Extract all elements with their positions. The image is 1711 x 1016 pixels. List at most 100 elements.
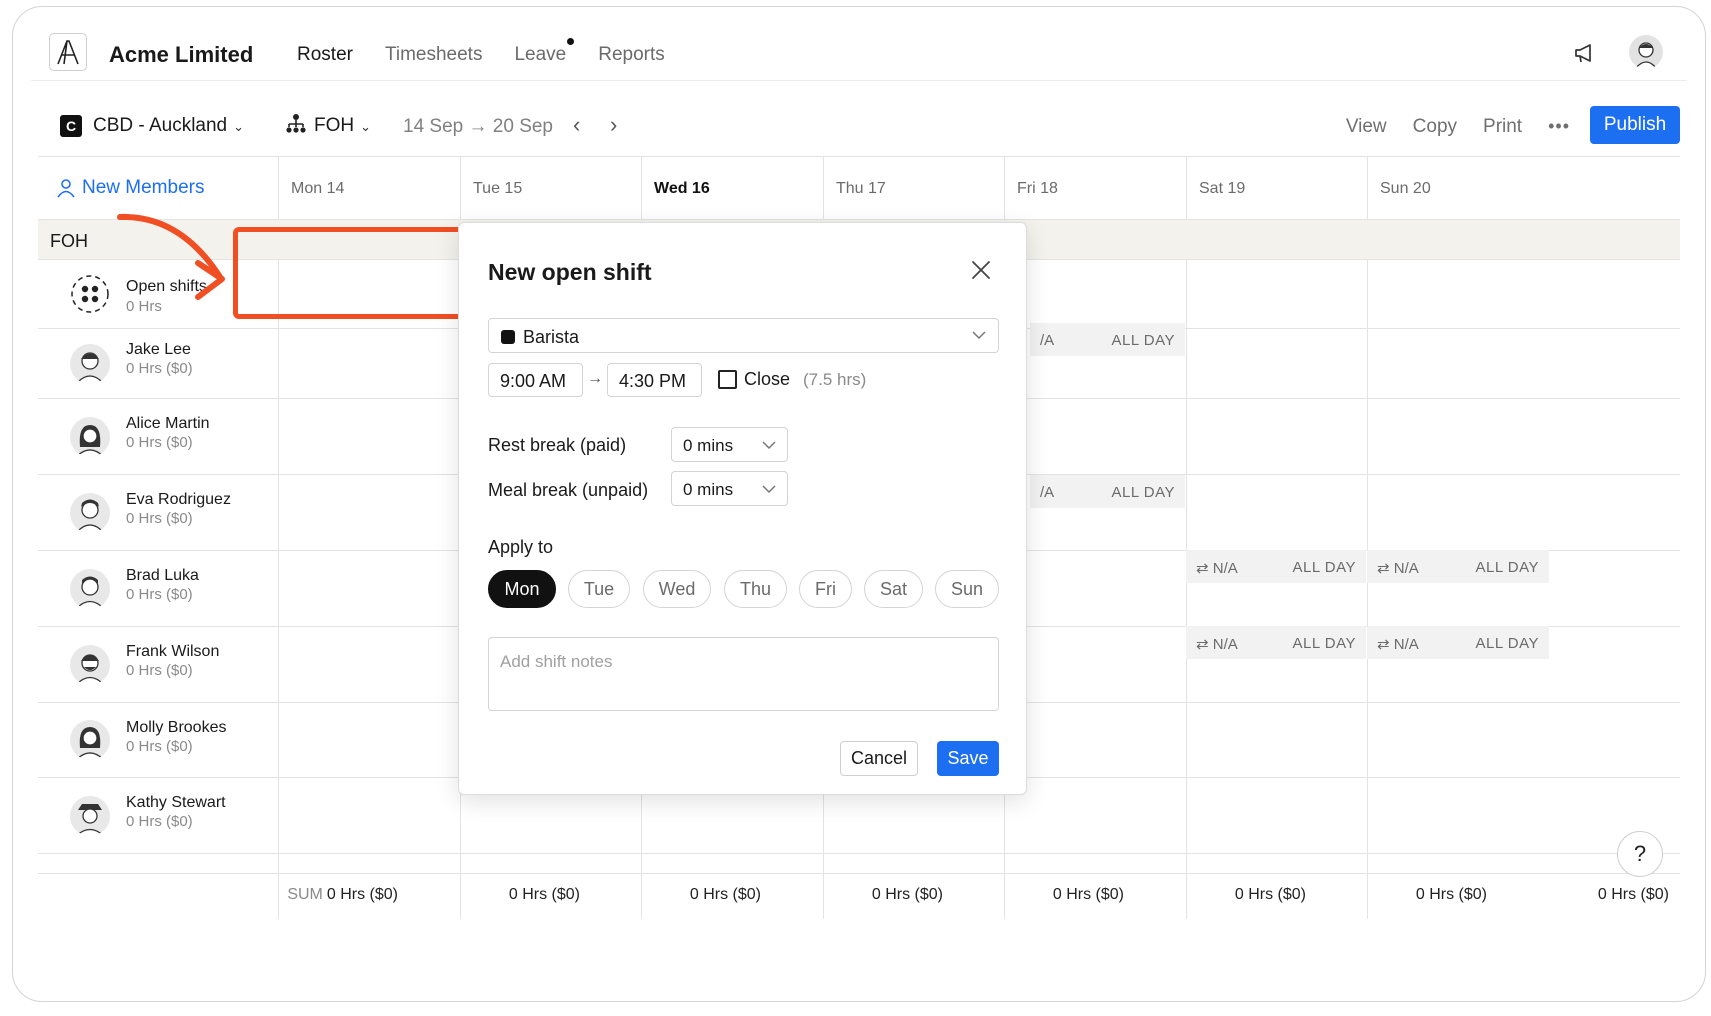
unavailable-cell[interactable]: /A ALL DAY [1030,323,1185,356]
member-hours: 0 Hrs ($0) [126,738,193,755]
unavailable-cell[interactable]: ⇄ N/A ALL DAY [1186,626,1366,659]
megaphone-icon[interactable] [1573,42,1597,64]
day-header-wed: Wed 16 [641,157,823,220]
member-hours: 0 Hrs ($0) [126,586,193,603]
na-label: ⇄ N/A [1196,559,1238,577]
day-toggle-thu[interactable]: Thu [724,570,787,608]
next-week-icon[interactable]: › [610,112,617,138]
save-button[interactable]: Save [937,741,999,776]
day-toggle-wed[interactable]: Wed [643,570,711,608]
role-color-swatch [501,330,515,344]
na-label: ⇄ N/A [1377,635,1419,653]
role-label: Barista [523,327,580,347]
total-mon: 0 Hrs ($0) [508,886,580,903]
copy-button[interactable]: Copy [1413,116,1457,138]
role-select[interactable]: Barista [488,318,999,353]
location-label: CBD - Auckland [93,115,228,136]
rest-break-value: 0 mins [683,436,734,455]
total-tue: 0 Hrs ($0) [689,886,761,903]
new-members-label: New Members [82,177,205,198]
company-name: Acme Limited [109,42,254,67]
nav-leave[interactable]: Leave [514,38,575,66]
day-toggle-sun[interactable]: Sun [935,570,999,608]
repeat-icon: ⇄ [1196,636,1213,653]
rest-break-select[interactable]: 0 mins [671,427,788,462]
all-day-label: ALL DAY [1475,635,1539,652]
avatar [70,720,110,760]
more-options-icon[interactable]: ••• [1548,116,1570,138]
meal-break-select[interactable]: 0 mins [671,471,788,506]
close-checkbox[interactable] [718,370,737,389]
view-button[interactable]: View [1346,116,1387,138]
unavailable-cell[interactable]: /A ALL DAY [1030,475,1185,508]
team-hierarchy-icon [286,114,306,133]
avatar [70,568,110,609]
shift-notes-input[interactable] [488,637,999,711]
chevron-down-icon: ⌄ [360,119,372,134]
close-icon[interactable] [970,259,992,281]
nav-leave-label: Leave [514,44,567,65]
roster-header: New Members Mon 14 Tue 15 Wed 16 Thu 17 … [38,157,1680,220]
all-day-label: ALL DAY [1475,559,1539,576]
toolbar-actions: View Copy Print ••• [1346,116,1570,138]
end-time-input[interactable]: 4:30 PM [607,363,702,397]
prev-week-icon[interactable]: ‹ [573,112,580,138]
user-face-icon [1634,42,1658,69]
print-button[interactable]: Print [1483,116,1522,138]
start-time-input[interactable]: 9:00 AM [488,363,583,397]
member-hours: 0 Hrs ($0) [126,813,193,830]
member-hours: 0 Hrs ($0) [126,360,193,377]
avatar [70,644,110,685]
repeat-icon: ⇄ [1196,560,1213,577]
nav-timesheets[interactable]: Timesheets [385,44,483,66]
close-checkbox-label: Close [744,369,791,389]
team-selector[interactable]: FOH ⌄ [314,115,371,137]
avatar [70,343,110,384]
member-hours: 0 Hrs ($0) [126,510,193,527]
cancel-button[interactable]: Cancel [840,741,918,776]
arrow-right-icon: → [587,370,603,387]
na-label: ⇄ N/A [1377,559,1419,577]
person-face-icon [75,499,105,533]
shift-duration: (7.5 hrs) [803,370,867,389]
na-label: /A [1040,484,1055,501]
day-header-sat: Sat 19 [1186,157,1367,220]
day-toggle-fri[interactable]: Fri [799,570,852,608]
member-name: Jake Lee [126,341,191,358]
nav-roster[interactable]: Roster [297,44,353,66]
location-selector[interactable]: CBD - Auckland ⌄ [93,115,244,137]
avatar [70,416,110,457]
repeat-icon: ⇄ [1377,636,1394,653]
help-button[interactable]: ? [1617,831,1663,877]
user-avatar[interactable] [1629,35,1663,69]
group-label: FOH [50,231,88,251]
day-header-thu: Thu 17 [823,157,1004,220]
company-logo[interactable] [49,33,87,71]
person-face-icon [75,576,105,609]
unavailable-cell[interactable]: ⇄ N/A ALL DAY [1367,626,1549,659]
person-face-icon [75,351,105,384]
notification-dot [567,38,575,45]
publish-button[interactable]: Publish [1590,106,1680,144]
chevron-down-icon: ⌄ [233,119,245,134]
member-name: Brad Luka [126,567,199,584]
all-day-label: ALL DAY [1292,635,1356,652]
member-hours: 0 Hrs ($0) [126,434,193,451]
total-value: 0 Hrs ($0) [326,886,398,903]
day-toggle-tue[interactable]: Tue [568,570,630,608]
na-text: N/A [1212,636,1238,653]
day-header-fri: Fri 18 [1004,157,1186,220]
na-text: N/A [1393,636,1419,653]
na-text: N/A [1393,560,1419,577]
meal-break-label: Meal break (unpaid) [488,480,649,500]
unavailable-cell[interactable]: ⇄ N/A ALL DAY [1186,550,1366,583]
new-members-button[interactable]: New Members [56,177,204,199]
annotation-highlight [233,227,473,319]
day-toggle-mon[interactable]: Mon [488,570,556,608]
unavailable-cell[interactable]: ⇄ N/A ALL DAY [1367,550,1549,583]
date-range[interactable]: 14 Sep → 20 Sep [403,116,553,138]
nav-reports[interactable]: Reports [598,44,665,66]
na-label: ⇄ N/A [1196,635,1238,653]
all-day-label: ALL DAY [1111,484,1175,501]
day-toggle-sat[interactable]: Sat [864,570,923,608]
